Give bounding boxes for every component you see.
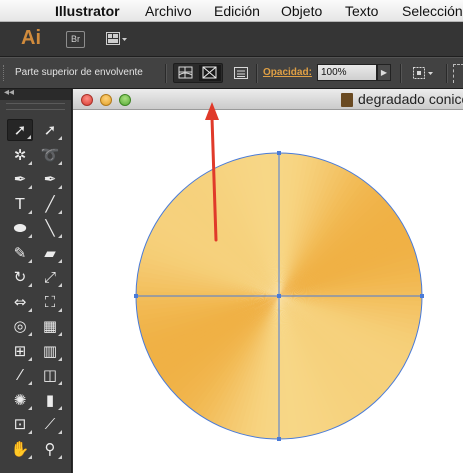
artboard-canvas[interactable] [0,0,463,473]
anchor-point[interactable] [277,437,281,441]
anchor-point[interactable] [277,151,281,155]
anchor-point[interactable] [277,294,281,298]
anchor-point[interactable] [420,294,424,298]
anchor-point[interactable] [134,294,138,298]
